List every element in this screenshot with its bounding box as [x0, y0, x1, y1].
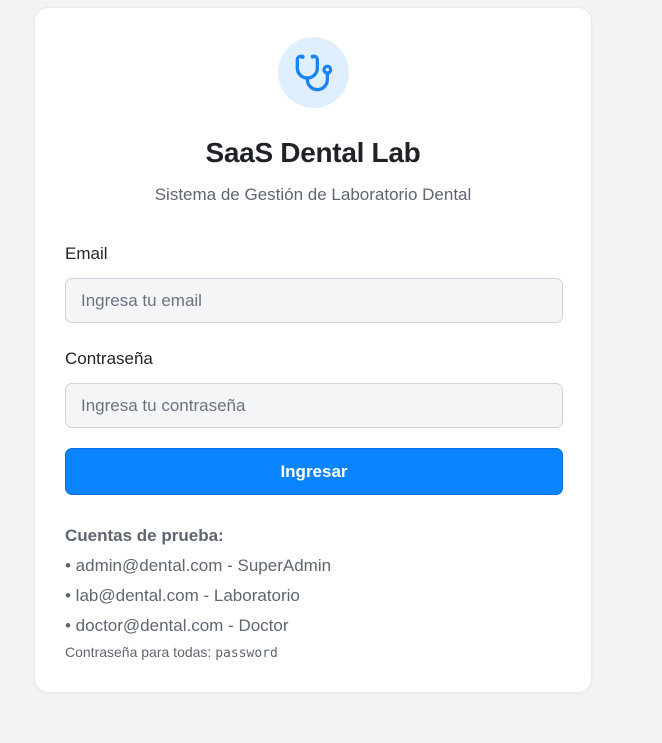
password-note-value: password: [215, 646, 278, 661]
password-label: Contraseña: [65, 349, 153, 368]
stethoscope-icon: [295, 54, 332, 91]
test-account-item: • doctor@dental.com - Doctor: [65, 616, 289, 635]
test-accounts-title: Cuentas de prueba:: [65, 526, 224, 545]
email-label: Email: [65, 244, 108, 263]
test-accounts-panel: Cuentas de prueba: • admin@dental.com - …: [65, 526, 563, 661]
test-account-item: • lab@dental.com - Laboratorio: [65, 586, 300, 605]
login-card: SaaS Dental Lab Sistema de Gestión de La…: [34, 7, 592, 693]
password-field[interactable]: [65, 383, 563, 428]
page-subtitle: Sistema de Gestión de Laboratorio Dental: [154, 185, 472, 204]
test-account-item: • admin@dental.com - SuperAdmin: [65, 556, 332, 575]
login-button[interactable]: Ingresar: [65, 448, 563, 495]
password-note-prefix: Contraseña para todas:: [65, 644, 216, 660]
email-field[interactable]: [65, 278, 563, 323]
page-title: SaaS Dental Lab: [205, 137, 421, 168]
logo-badge: [278, 37, 349, 108]
password-note: Contraseña para todas: password: [65, 644, 563, 661]
